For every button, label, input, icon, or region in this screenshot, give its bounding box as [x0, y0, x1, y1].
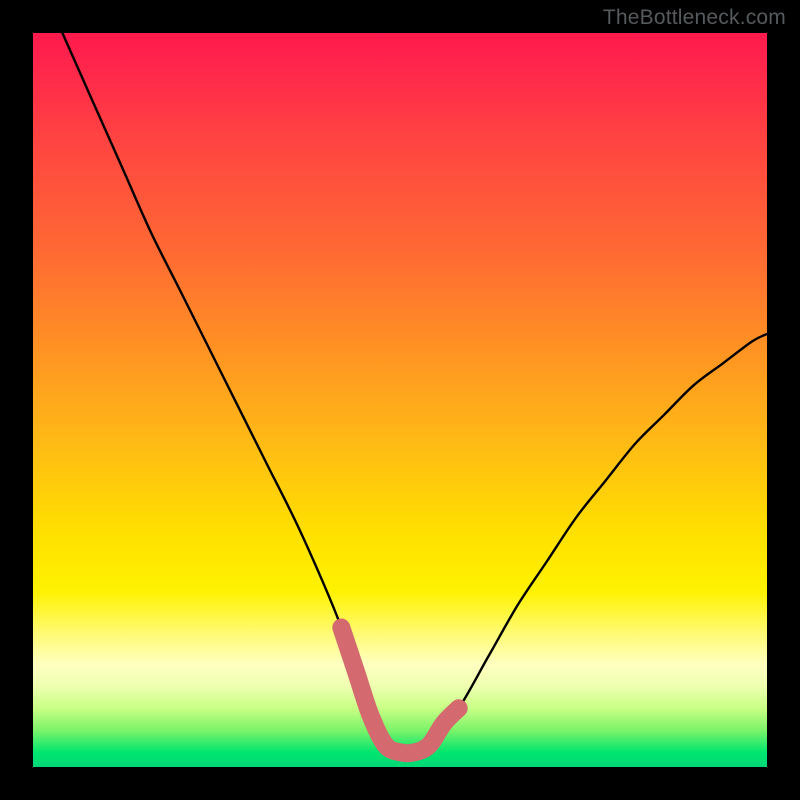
- bottleneck-curve-path: [62, 33, 767, 753]
- chart-frame: TheBottleneck.com: [0, 0, 800, 800]
- watermark-text: TheBottleneck.com: [603, 6, 786, 30]
- curve-layer: [33, 33, 767, 767]
- optimal-band-path: [341, 628, 458, 754]
- plot-area: [33, 33, 767, 767]
